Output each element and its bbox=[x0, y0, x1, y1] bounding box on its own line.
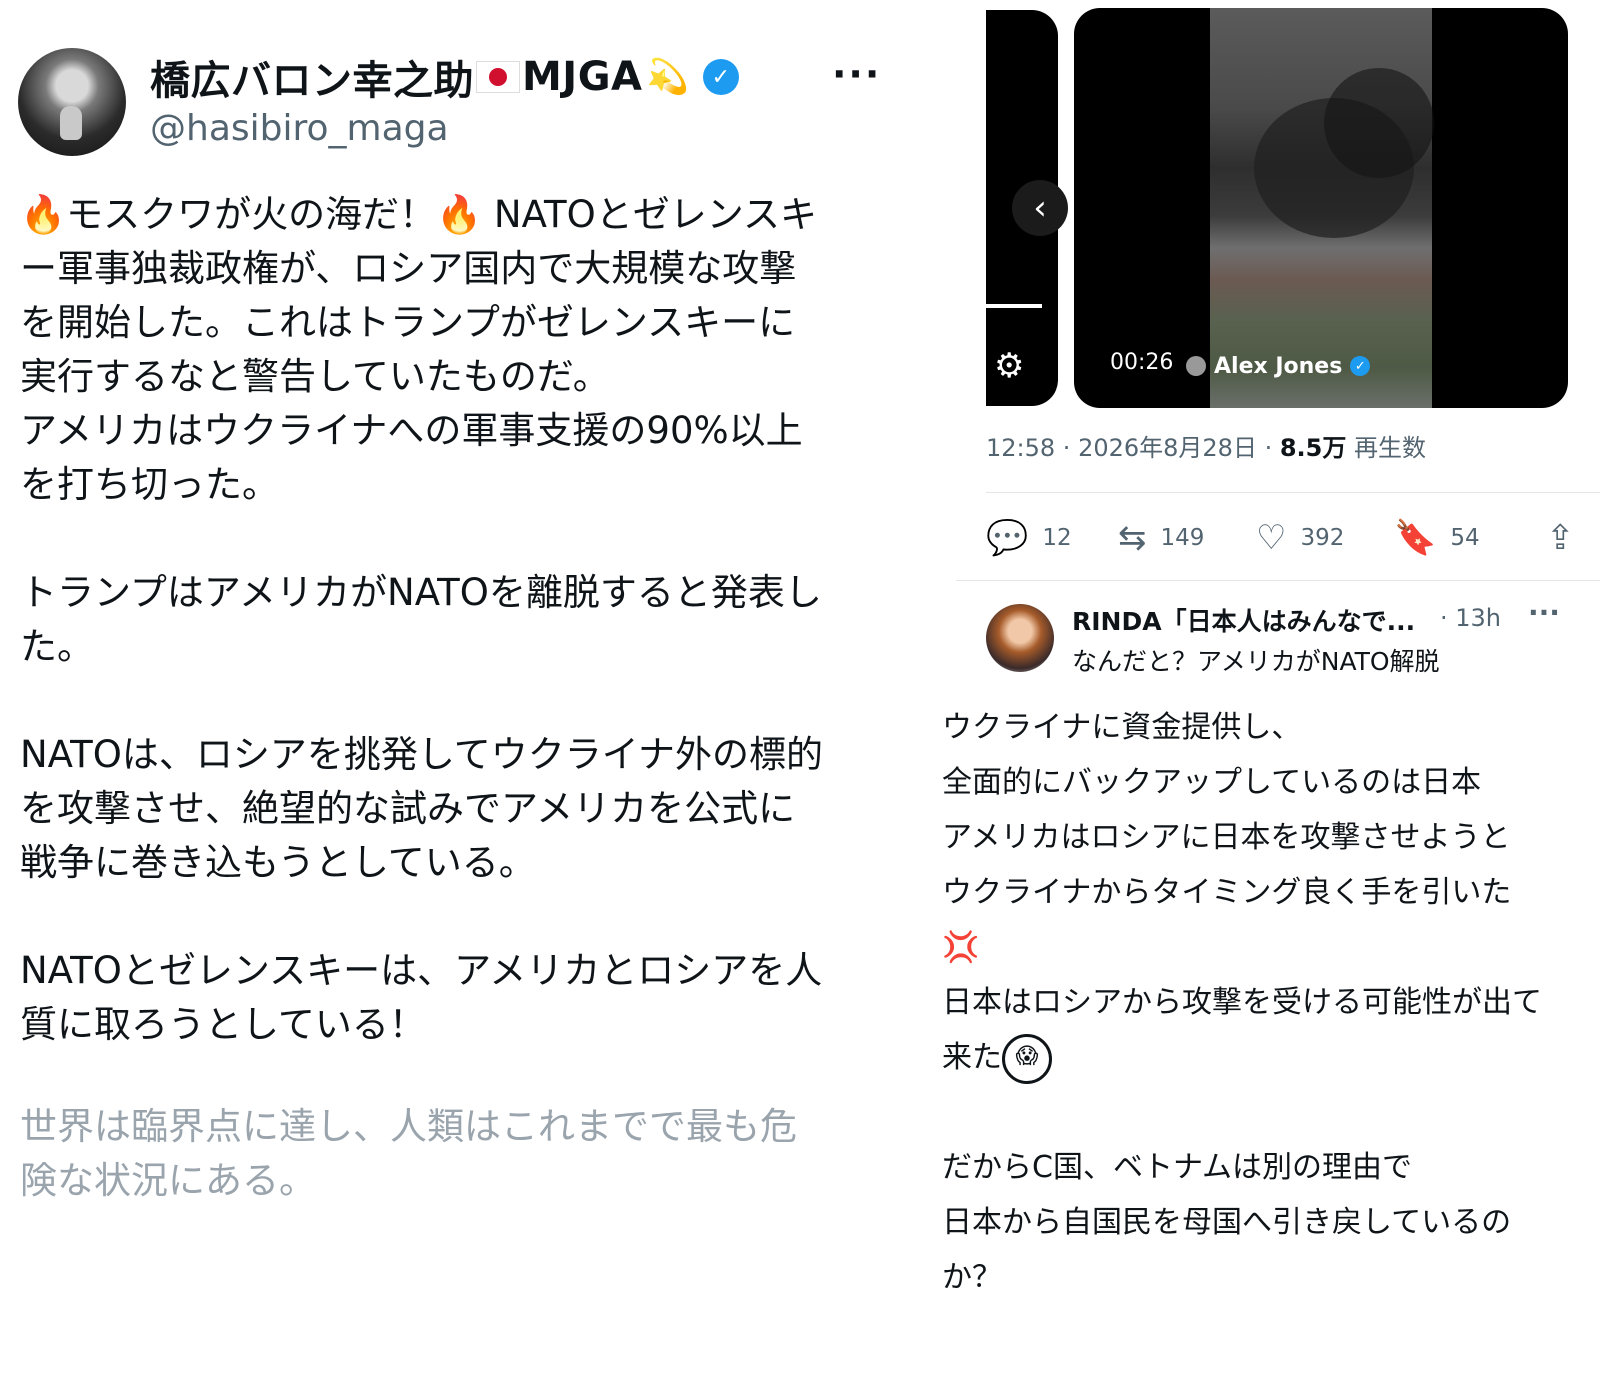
author-display-name[interactable]: 橋広バロン幸之助 bbox=[150, 48, 474, 106]
retweet-count: 149 bbox=[1160, 525, 1205, 551]
reply-icon: 💬 bbox=[986, 518, 1029, 558]
more-options-icon[interactable]: ··· bbox=[1528, 596, 1560, 629]
tweet-line: を開始した。これはトランプがゼレンスキーに bbox=[20, 301, 796, 344]
post-time[interactable]: 12:58 bbox=[986, 434, 1055, 462]
comment-line: だからC国、ベトナムは別の理由で bbox=[942, 1150, 1413, 1185]
tweet-line: アメリカはウクライナへの軍事支援の90%以上 bbox=[20, 409, 803, 452]
divider bbox=[956, 580, 1600, 581]
view-count: 8.5万 bbox=[1279, 434, 1347, 462]
bookmark-button[interactable]: 🔖 54 bbox=[1394, 518, 1480, 558]
video-timestamp: 00:26 bbox=[1110, 350, 1174, 375]
author-handle[interactable]: @hasibiro_maga bbox=[150, 108, 449, 149]
tweet-line: 実行するなと警告していたものだ。 bbox=[20, 355, 610, 398]
retweet-icon: ⇆ bbox=[1118, 518, 1147, 558]
divider bbox=[986, 492, 1600, 493]
video-progress-bar[interactable] bbox=[986, 304, 1042, 308]
like-count: 392 bbox=[1300, 525, 1345, 551]
tweet-line: NATOとゼレンスキーは、アメリカとロシアを人 bbox=[20, 949, 823, 992]
tweet-faded-text: 世界は臨界点に達し、人類はこれまでで最も危 険な状況にある。 bbox=[20, 1100, 900, 1208]
view-label: 再生数 bbox=[1354, 434, 1426, 462]
comment-line: ウクライナに資金提供し、 bbox=[942, 710, 1302, 745]
reply-button[interactable]: 💬 12 bbox=[986, 518, 1072, 558]
anger-symbol-icon: 💢 bbox=[942, 930, 980, 965]
comment-line: ウクライナからタイミング良く手を引いた bbox=[942, 875, 1512, 910]
tweet-line: 質に取ろうとしている！ bbox=[20, 1003, 426, 1046]
post-meta: 12:58 · 2026年8月28日 · 8.5万 再生数 bbox=[986, 434, 1426, 462]
tweet-line: トランプはアメリカがNATOを離脱すると発表し bbox=[20, 571, 822, 614]
tweet-line: モスクワが火の海だ！ bbox=[66, 193, 437, 236]
comment-line: か？ bbox=[942, 1260, 1002, 1295]
comment-line: 来た bbox=[942, 1040, 1002, 1075]
video-author-pill[interactable]: Alex Jones ✓ bbox=[1186, 348, 1371, 384]
tweet-line: NATOは、ロシアを挑発してウクライナ外の標的 bbox=[20, 733, 823, 776]
post-date[interactable]: 2026年8月28日 bbox=[1078, 434, 1257, 462]
reply-text: なんだと？アメリカがNATO解脱 bbox=[1072, 647, 1440, 676]
verified-badge-icon[interactable]: ✓ bbox=[702, 59, 739, 95]
main-tweet: 橋広バロン幸之助 MJGA 💫 ✓ ··· @hasibiro_maga 🔥モス… bbox=[0, 0, 920, 1396]
reply-author-name[interactable]: RINDA「日本人はみんなで... bbox=[1072, 602, 1415, 638]
comment-line: アメリカはロシアに日本を攻撃させようと bbox=[942, 820, 1511, 855]
comment-line: 全面的にバックアップしているのは日本 bbox=[942, 765, 1482, 800]
fire-icon: 🔥 bbox=[20, 193, 67, 236]
tweet-line: を打ち切った。 bbox=[20, 463, 279, 506]
retweet-button[interactable]: ⇆ 149 bbox=[1118, 518, 1204, 558]
reply-author-avatar[interactable] bbox=[986, 604, 1054, 672]
tweet-faded-line: 世界は臨界点に達し、人類はこれまでで最も危 bbox=[20, 1105, 797, 1148]
bookmark-count: 54 bbox=[1450, 525, 1480, 551]
tweet-line: 戦争に巻き込もうとしている。 bbox=[20, 841, 536, 884]
video-player[interactable]: 00:26 Alex Jones ✓ bbox=[1074, 8, 1568, 408]
crop-edge bbox=[920, 676, 1600, 690]
reply-timestamp[interactable]: · 13h bbox=[1440, 604, 1501, 632]
sparkle-icon: 💫 bbox=[646, 57, 689, 97]
japan-flag-icon bbox=[476, 61, 520, 93]
previous-chevron-icon[interactable]: ‹ bbox=[1012, 180, 1068, 236]
like-button[interactable]: ♡ 392 bbox=[1256, 518, 1344, 558]
share-icon: ⇪ bbox=[1546, 518, 1575, 558]
comment-line: 日本はロシアから攻撃を受ける可能性が出て bbox=[942, 985, 1542, 1020]
tweet-body: 🔥モスクワが火の海だ！🔥 NATOとゼレンスキ ー軍事独裁政権が、ロシア国内で大… bbox=[20, 188, 900, 1052]
more-options-icon[interactable]: ··· bbox=[832, 52, 881, 96]
tweet-line: ー軍事独裁政権が、ロシア国内で大規模な攻撃 bbox=[20, 247, 797, 290]
video-author-avatar bbox=[1186, 356, 1206, 376]
right-panel: ⚙ 00:26 Alex Jones ✓ ‹ 12:58 · 2026年8月28… bbox=[920, 0, 1600, 1396]
commentary-text: ウクライナに資金提供し、 全面的にバックアップしているのは日本 アメリカはロシア… bbox=[942, 700, 1592, 1305]
tweet-line: た。 bbox=[20, 625, 94, 668]
author-name-row[interactable]: 橋広バロン幸之助 MJGA 💫 ✓ bbox=[150, 52, 739, 104]
author-avatar[interactable] bbox=[18, 48, 126, 156]
heart-icon: ♡ bbox=[1256, 518, 1287, 558]
verified-badge-icon: ✓ bbox=[1350, 356, 1371, 376]
tweet-line: NATOとゼレンスキ bbox=[493, 193, 818, 236]
smoke-shape bbox=[1324, 68, 1434, 178]
share-button[interactable]: ⇪ bbox=[1546, 518, 1589, 558]
author-display-name-suffix[interactable]: MJGA bbox=[522, 54, 642, 100]
comment-line: 日本から自国民を母国へ引き戻しているの bbox=[942, 1205, 1512, 1240]
action-bar: 💬 12 ⇆ 149 ♡ 392 🔖 54 ⇪ bbox=[986, 518, 1600, 564]
tweet-line: を攻撃させ、絶望的な試みでアメリカを公式に bbox=[20, 787, 796, 830]
tweet-faded-line: 険な状況にある。 bbox=[20, 1159, 316, 1202]
settings-gear-icon[interactable]: ⚙ bbox=[994, 346, 1024, 386]
screaming-face-icon: 😱 bbox=[1002, 1033, 1052, 1084]
reply-count: 12 bbox=[1042, 525, 1072, 551]
video-author-name: Alex Jones bbox=[1214, 353, 1343, 379]
bookmark-icon: 🔖 bbox=[1394, 518, 1437, 558]
fire-icon: 🔥 bbox=[436, 193, 483, 236]
